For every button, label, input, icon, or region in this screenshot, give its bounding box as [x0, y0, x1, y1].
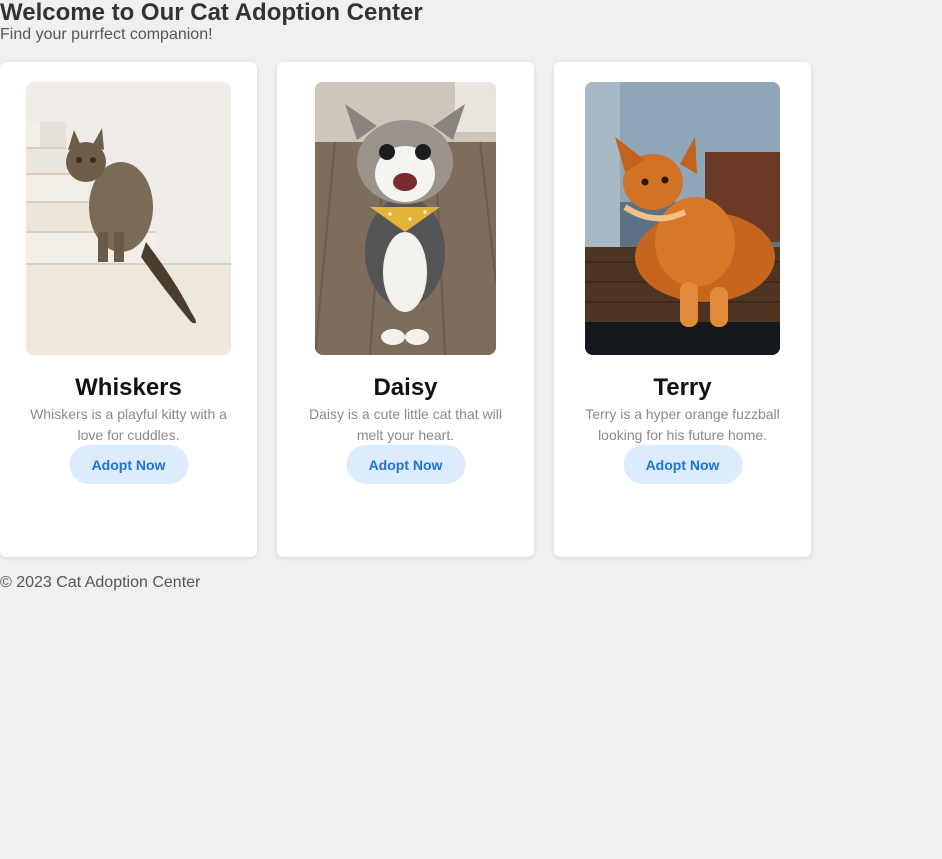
adopt-button-terry[interactable]: Adopt Now: [623, 445, 742, 484]
cat-name: Terry: [653, 374, 712, 401]
page-header: Welcome to Our Cat Adoption Center Find …: [0, 0, 423, 44]
cat-name: Daisy: [373, 374, 438, 401]
cat-photo-whiskers: [26, 82, 231, 355]
cat-card-daisy: Daisy Daisy is a cute little cat that wi…: [277, 62, 534, 557]
cat-name: Whiskers: [75, 374, 182, 401]
cat-photo-daisy: [315, 82, 496, 355]
adopt-button-daisy[interactable]: Adopt Now: [346, 445, 465, 484]
smiling-cat-with-bandana-icon: [315, 82, 496, 355]
adopt-button-whiskers[interactable]: Adopt Now: [69, 445, 188, 484]
page-subtitle: Find your purrfect companion!: [0, 26, 213, 43]
cat-card-list: Whiskers Whiskers is a playful kitty wit…: [0, 62, 811, 557]
orange-fluffy-cat-icon: [585, 82, 780, 355]
tabby-cat-on-stairs-icon: [26, 82, 231, 355]
cat-description: Terry is a hyper orange fuzzball looking…: [585, 406, 780, 443]
cat-description: Whiskers is a playful kitty with a love …: [30, 406, 227, 443]
cat-card-whiskers: Whiskers Whiskers is a playful kitty wit…: [0, 62, 257, 557]
cat-photo-terry: [585, 82, 780, 355]
footer-copyright: © 2023 Cat Adoption Center: [0, 574, 201, 591]
page-title: Welcome to Our Cat Adoption Center: [0, 0, 423, 26]
cat-card-terry: Terry Terry is a hyper orange fuzzball l…: [554, 62, 811, 557]
cat-description: Daisy is a cute little cat that will mel…: [309, 406, 502, 443]
